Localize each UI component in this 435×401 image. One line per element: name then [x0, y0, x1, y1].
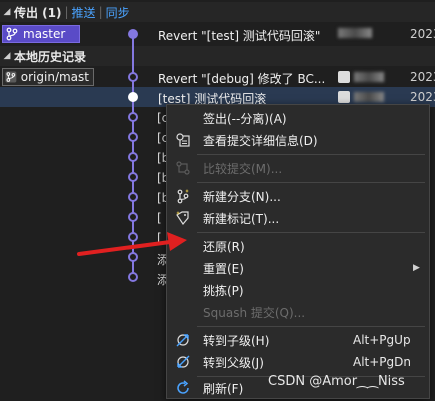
commit-message: Revert "[debug] 修改了 BC...: [158, 72, 326, 86]
graph-node-selected: [128, 92, 138, 102]
header-separator: |: [64, 5, 69, 19]
commit-message: Revert "[test] 测试代码回滚": [158, 29, 321, 43]
menu-item-label: 转到子级(H): [203, 333, 270, 348]
blurred-author: [354, 72, 384, 82]
avatar: [338, 91, 350, 103]
menu-separator: [197, 232, 425, 233]
go-to-child-icon: [176, 334, 189, 347]
branch-icon: [6, 27, 18, 41]
menu-item-revert[interactable]: 还原(R): [167, 235, 429, 257]
compare-icon: [176, 161, 190, 175]
new-branch-icon: [177, 189, 189, 204]
remote-branch-icon: [5, 71, 17, 83]
menu-item-label: 签出(--分离)(A): [203, 111, 287, 126]
menu-item-compare-commits[interactable]: 比较提交(M)...: [167, 157, 429, 179]
blurred-author: [354, 92, 384, 102]
menu-item-shortcut: Alt+PgDn: [353, 355, 412, 369]
local-history-section-header[interactable]: ◢ 本地历史记录: [0, 46, 435, 66]
graph-node: [128, 132, 138, 142]
branch-name: master: [23, 27, 66, 41]
sync-link[interactable]: 同步: [106, 4, 130, 21]
menu-item-reset[interactable]: 重置(E) ▶: [167, 257, 429, 279]
submenu-arrow-icon: ▶: [413, 263, 420, 273]
collapse-caret-icon[interactable]: ◢: [0, 51, 14, 61]
commit-date: 2023: [410, 70, 435, 84]
go-to-parent-icon: [177, 355, 190, 368]
graph-node: [128, 272, 138, 282]
watermark-text: CSDN @Amor⁔⁔Niss: [268, 374, 405, 389]
annotation-arrow-icon: [77, 232, 187, 256]
menu-item-label: 查看提交详细信息(D): [203, 133, 318, 148]
menu-item-new-tag[interactable]: 新建标记(T)...: [167, 207, 429, 229]
header-separator: |: [98, 5, 103, 19]
graph-node: [128, 212, 138, 222]
collapse-caret-icon[interactable]: ◢: [0, 7, 14, 17]
menu-item-label: Squash 提交(Q)...: [203, 305, 306, 320]
menu-item-view-commit-details[interactable]: 查看提交详细信息(D): [167, 129, 429, 151]
branch-tag-origin-master[interactable]: origin/mast: [2, 68, 94, 86]
outgoing-title: 传出 (1): [14, 5, 62, 20]
graph-node-outgoing: [128, 29, 138, 39]
menu-item-checkout-detached[interactable]: 签出(--分离)(A): [167, 107, 429, 129]
context-menu: 签出(--分离)(A) 查看提交详细信息(D) 比较提交(M)... 新建分支(…: [166, 104, 430, 399]
push-link[interactable]: 推送: [72, 4, 96, 21]
commit-message-partial: [: [157, 211, 162, 225]
graph-node: [128, 192, 138, 202]
menu-item-label: 比较提交(M)...: [203, 161, 283, 176]
branch-name: origin/mast: [20, 70, 89, 84]
commit-author: [338, 91, 384, 103]
avatar: [338, 71, 350, 83]
menu-item-label: 还原(R): [203, 239, 245, 254]
commit-date: 2023: [410, 27, 435, 41]
graph-node: [128, 152, 138, 162]
commit-details-icon: [176, 133, 190, 147]
commit-author: [338, 28, 372, 38]
menu-item-label: 新建标记(T)...: [203, 211, 280, 226]
menu-item-label: 重置(E): [203, 261, 244, 276]
outgoing-section-header[interactable]: ◢ 传出 (1) | 推送 | 同步: [0, 2, 435, 22]
menu-item-new-branch[interactable]: 新建分支(N)...: [167, 185, 429, 207]
blurred-author: [338, 28, 372, 38]
graph-node: [128, 172, 138, 182]
new-tag-icon: [176, 211, 189, 226]
graph-node: [128, 112, 138, 122]
local-history-title: 本地历史记录: [14, 49, 87, 64]
menu-item-cherry-pick[interactable]: 挑拣(P): [167, 279, 429, 301]
menu-item-go-to-parent[interactable]: 转到父级(J) Alt+PgDn: [167, 351, 429, 373]
menu-item-label: 刷新(F): [203, 381, 244, 396]
branch-tag-master[interactable]: master: [2, 25, 80, 43]
graph-node: [128, 72, 138, 82]
menu-item-squash-commits[interactable]: Squash 提交(Q)...: [167, 301, 429, 323]
menu-separator: [197, 154, 425, 155]
commit-row[interactable]: origin/mast Revert "[debug] 修改了 BC... 20…: [0, 67, 435, 87]
menu-item-go-to-child[interactable]: 转到子级(H) Alt+PgUp: [167, 329, 429, 351]
menu-item-shortcut: Alt+PgUp: [353, 333, 411, 347]
commit-date: 2023: [410, 90, 435, 104]
commit-author: [338, 71, 384, 83]
menu-separator: [197, 326, 425, 327]
refresh-icon: [177, 380, 189, 394]
menu-item-label: 新建分支(N)...: [203, 189, 281, 204]
menu-item-label: 挑拣(P): [203, 283, 244, 298]
menu-separator: [197, 182, 425, 183]
menu-item-label: 转到父级(J): [203, 355, 264, 370]
outgoing-commit-row[interactable]: master Revert "[test] 测试代码回滚" 2023: [0, 24, 435, 44]
